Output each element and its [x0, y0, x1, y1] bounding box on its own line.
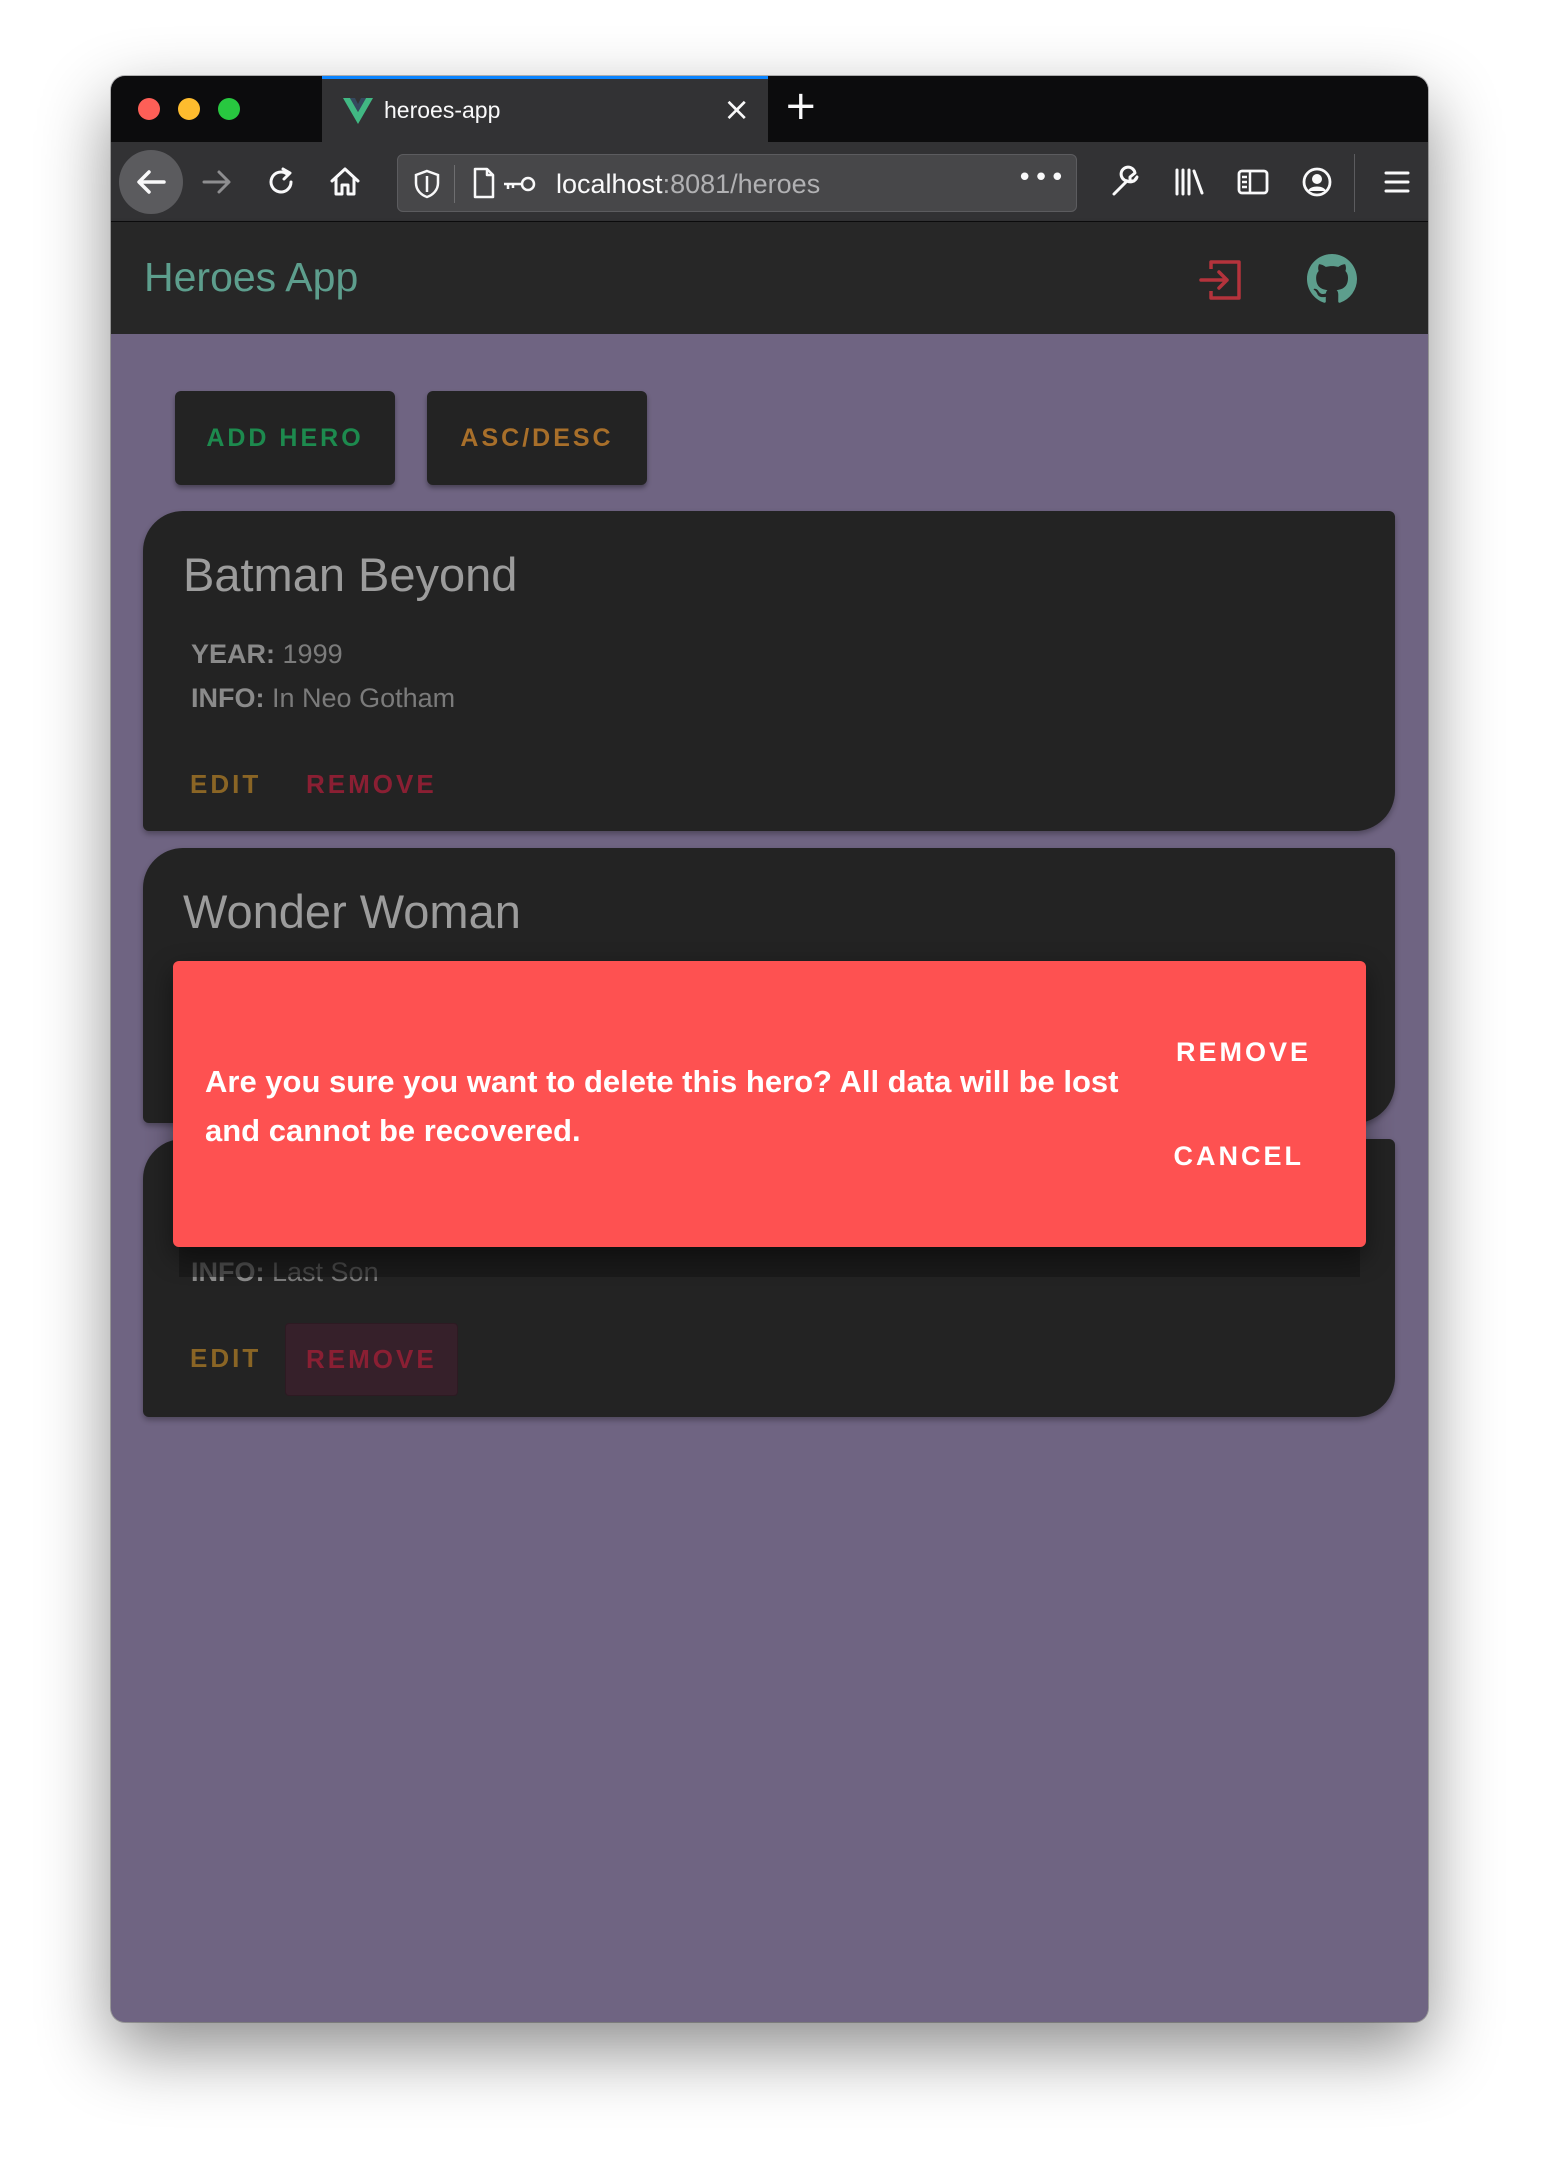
- minimize-window-button[interactable]: [178, 98, 200, 120]
- delete-confirmation-dialog: Are you sure you want to delete this her…: [173, 961, 1366, 1247]
- info-label: INFO:: [191, 1257, 265, 1287]
- new-tab-icon[interactable]: +: [784, 84, 818, 128]
- toolbar-divider: [1354, 154, 1355, 212]
- tab-heroes-app[interactable]: heroes-app ×: [322, 76, 768, 142]
- menu-button[interactable]: [1371, 156, 1423, 208]
- hero-year: YEAR: 1999: [191, 639, 343, 670]
- key-icon[interactable]: [502, 175, 538, 193]
- close-window-button[interactable]: [138, 98, 160, 120]
- hero-card: Batman Beyond YEAR: 1999 INFO: In Neo Go…: [143, 511, 1395, 831]
- hero-name: Batman Beyond: [183, 548, 518, 601]
- url-text[interactable]: localhost:8081/heroes: [556, 169, 820, 200]
- edit-button[interactable]: EDIT: [170, 1333, 281, 1384]
- url-path: :8081/heroes: [662, 169, 821, 199]
- logout-button[interactable]: [1197, 255, 1247, 305]
- page-actions-icon[interactable]: •••: [1017, 163, 1066, 193]
- year-label: YEAR:: [191, 639, 276, 669]
- dialog-message: Are you sure you want to delete this her…: [205, 1064, 1119, 1148]
- back-button[interactable]: [119, 150, 183, 214]
- arrow-left-icon: [137, 170, 166, 194]
- sort-toggle-button[interactable]: ASC/DESC: [427, 391, 647, 485]
- app-header: Heroes App: [111, 222, 1428, 334]
- hero-name: Wonder Woman: [183, 885, 521, 938]
- app-title: Heroes App: [144, 254, 359, 300]
- reload-button[interactable]: [255, 156, 307, 208]
- remove-button[interactable]: REMOVE: [285, 1323, 458, 1396]
- tab-bar: heroes-app × +: [111, 76, 1428, 142]
- tab-close-icon[interactable]: ×: [723, 91, 750, 127]
- hero-info: INFO: In Neo Gotham: [191, 683, 455, 714]
- hero-info: INFO: Last Son: [191, 1257, 379, 1288]
- github-button[interactable]: [1307, 254, 1357, 304]
- tab-title: heroes-app: [384, 97, 501, 123]
- year-value: 1999: [282, 639, 343, 669]
- confirm-remove-button[interactable]: REMOVE: [1176, 1037, 1311, 1068]
- address-divider: [454, 165, 455, 203]
- account-icon: [1302, 167, 1332, 197]
- reload-icon: [269, 167, 293, 194]
- browser-window: heroes-app × + localhost:8081/heroes •••…: [111, 76, 1428, 2022]
- shield-icon[interactable]: [414, 169, 440, 199]
- vue-logo-icon: [343, 98, 373, 124]
- remove-button[interactable]: REMOVE: [286, 759, 457, 810]
- wrench-icon: [1112, 165, 1139, 196]
- cancel-button[interactable]: CANCEL: [1174, 1141, 1305, 1172]
- arrow-right-icon: [202, 170, 231, 194]
- logout-icon: [1199, 260, 1241, 300]
- page-icon: [473, 167, 495, 199]
- info-value: In Neo Gotham: [272, 683, 456, 713]
- tools-button[interactable]: [1099, 156, 1151, 208]
- address-bar[interactable]: localhost:8081/heroes •••: [397, 154, 1077, 212]
- info-label: INFO:: [191, 683, 265, 713]
- library-button[interactable]: [1163, 156, 1215, 208]
- library-icon: [1175, 168, 1204, 196]
- edit-button[interactable]: EDIT: [170, 759, 281, 810]
- info-value: Last Son: [272, 1257, 379, 1287]
- sidebar-icon: [1237, 169, 1269, 195]
- home-icon: [330, 167, 360, 196]
- url-host: localhost: [556, 169, 663, 199]
- home-button[interactable]: [319, 156, 371, 208]
- forward-button[interactable]: [191, 156, 243, 208]
- maximize-window-button[interactable]: [218, 98, 240, 120]
- hamburger-menu-icon: [1384, 171, 1410, 193]
- sidebar-button[interactable]: [1227, 156, 1279, 208]
- navigation-toolbar: localhost:8081/heroes •••: [111, 142, 1428, 222]
- add-hero-button[interactable]: ADD HERO: [175, 391, 395, 485]
- github-icon: [1307, 254, 1357, 303]
- account-button[interactable]: [1291, 156, 1343, 208]
